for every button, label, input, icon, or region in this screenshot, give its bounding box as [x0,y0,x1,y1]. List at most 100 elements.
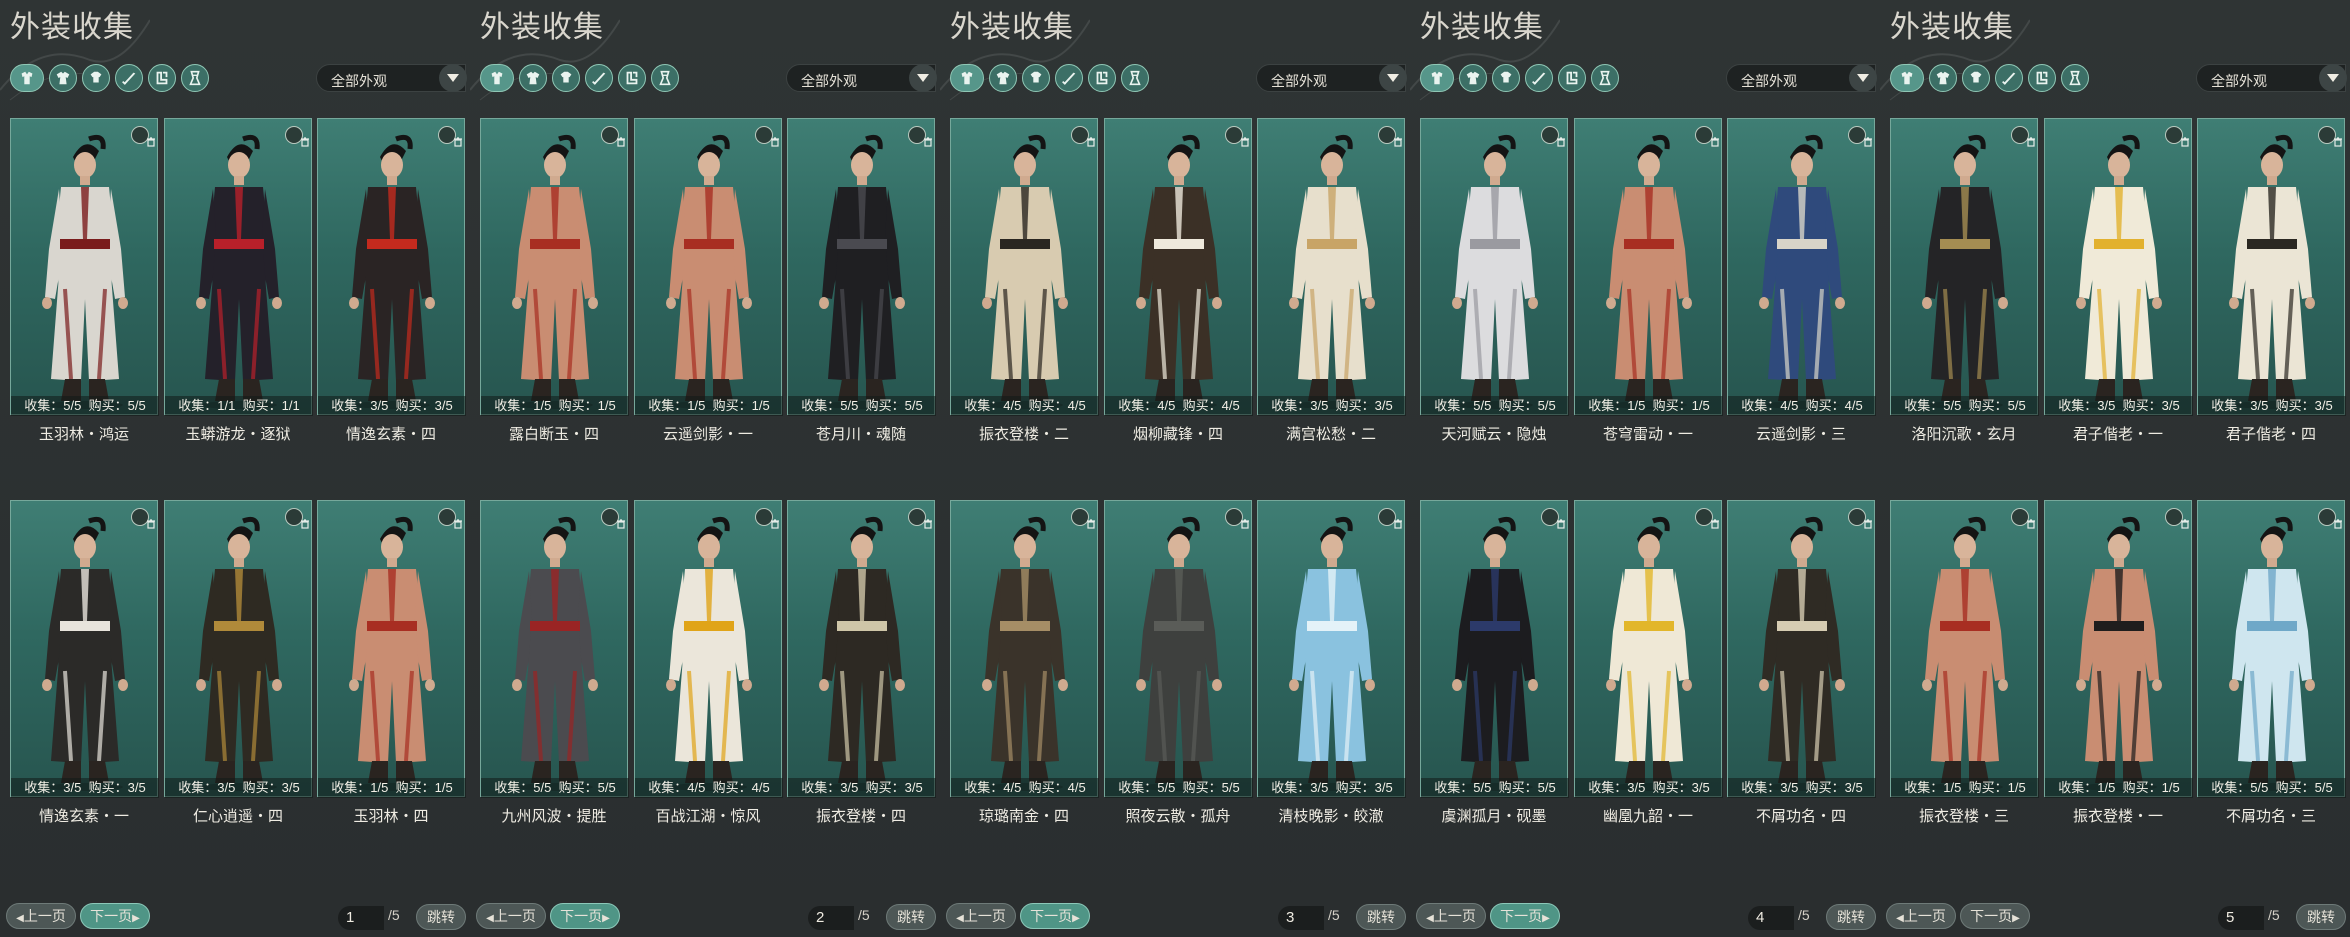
all-outfits-icon[interactable] [1420,64,1454,92]
page-number-input[interactable]: 2 [808,906,854,930]
outfit-card[interactable]: 收集：3/5 购买：3/5 [317,118,466,416]
outfit-card[interactable]: 收集：5/5 购买：5/5 [1104,500,1253,798]
sword-icon[interactable] [618,64,646,92]
appearance-filter-dropdown[interactable]: 全部外观 [1256,64,1407,92]
outfit-card[interactable]: 收集：3/5 购买：3/5 [2044,118,2193,416]
outfit-preview[interactable]: 收集：4/5 购买：4/5 [950,118,1099,416]
trash-icon[interactable] [1848,126,1872,147]
page-number-input[interactable]: 4 [1748,906,1794,930]
outfit-card[interactable]: 收集：4/5 购买：4/5 [950,500,1099,798]
outfit-card[interactable]: 收集：3/5 购买：3/5 [2197,118,2346,416]
trash-icon[interactable] [601,508,625,529]
top-icon[interactable] [1962,64,1990,92]
outfit-preview[interactable]: 收集：3/5 购买：3/5 [164,500,313,798]
prev-page-button[interactable]: ◀上一页 [476,903,546,929]
trash-icon[interactable] [285,508,309,529]
hat-icon[interactable] [115,64,143,92]
boots-icon[interactable] [1121,64,1149,92]
boots-icon[interactable] [1591,64,1619,92]
outfit-card[interactable]: 收集：5/5 购买：5/5 [10,118,159,416]
outfit-card[interactable]: 收集：1/5 购买：1/5 [1574,118,1723,416]
outfit-card[interactable]: 收集：1/5 购买：1/5 [1890,500,2039,798]
hat-icon[interactable] [585,64,613,92]
outfit-card[interactable]: 收集：3/5 购买：3/5 [1257,500,1406,798]
trash-icon[interactable] [755,508,779,529]
jump-button[interactable]: 跳转 [886,904,936,930]
chevron-down-icon[interactable] [1379,64,1407,92]
robe-icon[interactable] [519,64,547,92]
robe-icon[interactable] [1929,64,1957,92]
next-page-button[interactable]: 下一页▶ [1490,903,1560,929]
outfit-card[interactable]: 收集：3/5 购买：3/5 [164,500,313,798]
outfit-preview[interactable]: 收集：4/5 购买：4/5 [634,500,783,798]
trash-icon[interactable] [1378,126,1402,147]
outfit-card[interactable]: 收集：5/5 购买：5/5 [2197,500,2346,798]
next-page-button[interactable]: 下一页▶ [80,903,150,929]
trash-icon[interactable] [1225,126,1249,147]
outfit-card[interactable]: 收集：4/5 购买：4/5 [1727,118,1876,416]
sword-icon[interactable] [148,64,176,92]
prev-page-button[interactable]: ◀上一页 [946,903,1016,929]
next-page-button[interactable]: 下一页▶ [1020,903,1090,929]
trash-icon[interactable] [131,126,155,147]
outfit-preview[interactable]: 收集：5/5 购买：5/5 [10,118,159,416]
outfit-preview[interactable]: 收集：5/5 购买：5/5 [1890,118,2039,416]
outfit-card[interactable]: 收集：5/5 购买：5/5 [1420,500,1569,798]
page-number-input[interactable]: 5 [2218,906,2264,930]
page-number-input[interactable]: 3 [1278,906,1324,930]
outfit-preview[interactable]: 收集：1/5 购买：1/5 [1574,118,1723,416]
sword-icon[interactable] [2028,64,2056,92]
top-icon[interactable] [82,64,110,92]
jump-button[interactable]: 跳转 [416,904,466,930]
prev-page-button[interactable]: ◀上一页 [6,903,76,929]
trash-icon[interactable] [1695,508,1719,529]
appearance-filter-dropdown[interactable]: 全部外观 [316,64,467,92]
outfit-card[interactable]: 收集：5/5 购买：5/5 [1890,118,2039,416]
outfit-preview[interactable]: 收集：5/5 购买：5/5 [1104,500,1253,798]
outfit-card[interactable]: 收集：1/5 购买：1/5 [2044,500,2193,798]
trash-icon[interactable] [908,508,932,529]
trash-icon[interactable] [755,126,779,147]
outfit-card[interactable]: 收集：3/5 购买：3/5 [1257,118,1406,416]
trash-icon[interactable] [438,126,462,147]
trash-icon[interactable] [1071,508,1095,529]
outfit-preview[interactable]: 收集：5/5 购买：5/5 [2197,500,2346,798]
outfit-preview[interactable]: 收集：1/5 购买：1/5 [317,500,466,798]
prev-page-button[interactable]: ◀上一页 [1416,903,1486,929]
trash-icon[interactable] [285,126,309,147]
outfit-preview[interactable]: 收集：5/5 购买：5/5 [480,500,629,798]
appearance-filter-dropdown[interactable]: 全部外观 [1726,64,1877,92]
trash-icon[interactable] [1695,126,1719,147]
outfit-preview[interactable]: 收集：3/5 购买：3/5 [2197,118,2346,416]
all-outfits-icon[interactable] [950,64,984,92]
trash-icon[interactable] [1848,508,1872,529]
outfit-preview[interactable]: 收集：5/5 购买：5/5 [1420,500,1569,798]
trash-icon[interactable] [908,126,932,147]
outfit-card[interactable]: 收集：5/5 购买：5/5 [787,118,936,416]
outfit-preview[interactable]: 收集：1/5 购买：1/5 [2044,500,2193,798]
outfit-preview[interactable]: 收集：3/5 购买：3/5 [1574,500,1723,798]
outfit-preview[interactable]: 收集：1/5 购买：1/5 [1890,500,2039,798]
hat-icon[interactable] [1525,64,1553,92]
trash-icon[interactable] [601,126,625,147]
trash-icon[interactable] [438,508,462,529]
robe-icon[interactable] [989,64,1017,92]
outfit-card[interactable]: 收集：3/5 购买：3/5 [1727,500,1876,798]
boots-icon[interactable] [181,64,209,92]
page-number-input[interactable]: 1 [338,906,384,930]
outfit-card[interactable]: 收集：1/5 购买：1/5 [634,118,783,416]
sword-icon[interactable] [1558,64,1586,92]
jump-button[interactable]: 跳转 [1826,904,1876,930]
outfit-card[interactable]: 收集：3/5 购买：3/5 [1574,500,1723,798]
chevron-down-icon[interactable] [439,64,467,92]
outfit-card[interactable]: 收集：3/5 购买：3/5 [787,500,936,798]
outfit-preview[interactable]: 收集：4/5 购买：4/5 [1727,118,1876,416]
top-icon[interactable] [1492,64,1520,92]
sword-icon[interactable] [1088,64,1116,92]
trash-icon[interactable] [2165,508,2189,529]
robe-icon[interactable] [1459,64,1487,92]
chevron-down-icon[interactable] [909,64,937,92]
trash-icon[interactable] [1541,126,1565,147]
top-icon[interactable] [1022,64,1050,92]
all-outfits-icon[interactable] [480,64,514,92]
